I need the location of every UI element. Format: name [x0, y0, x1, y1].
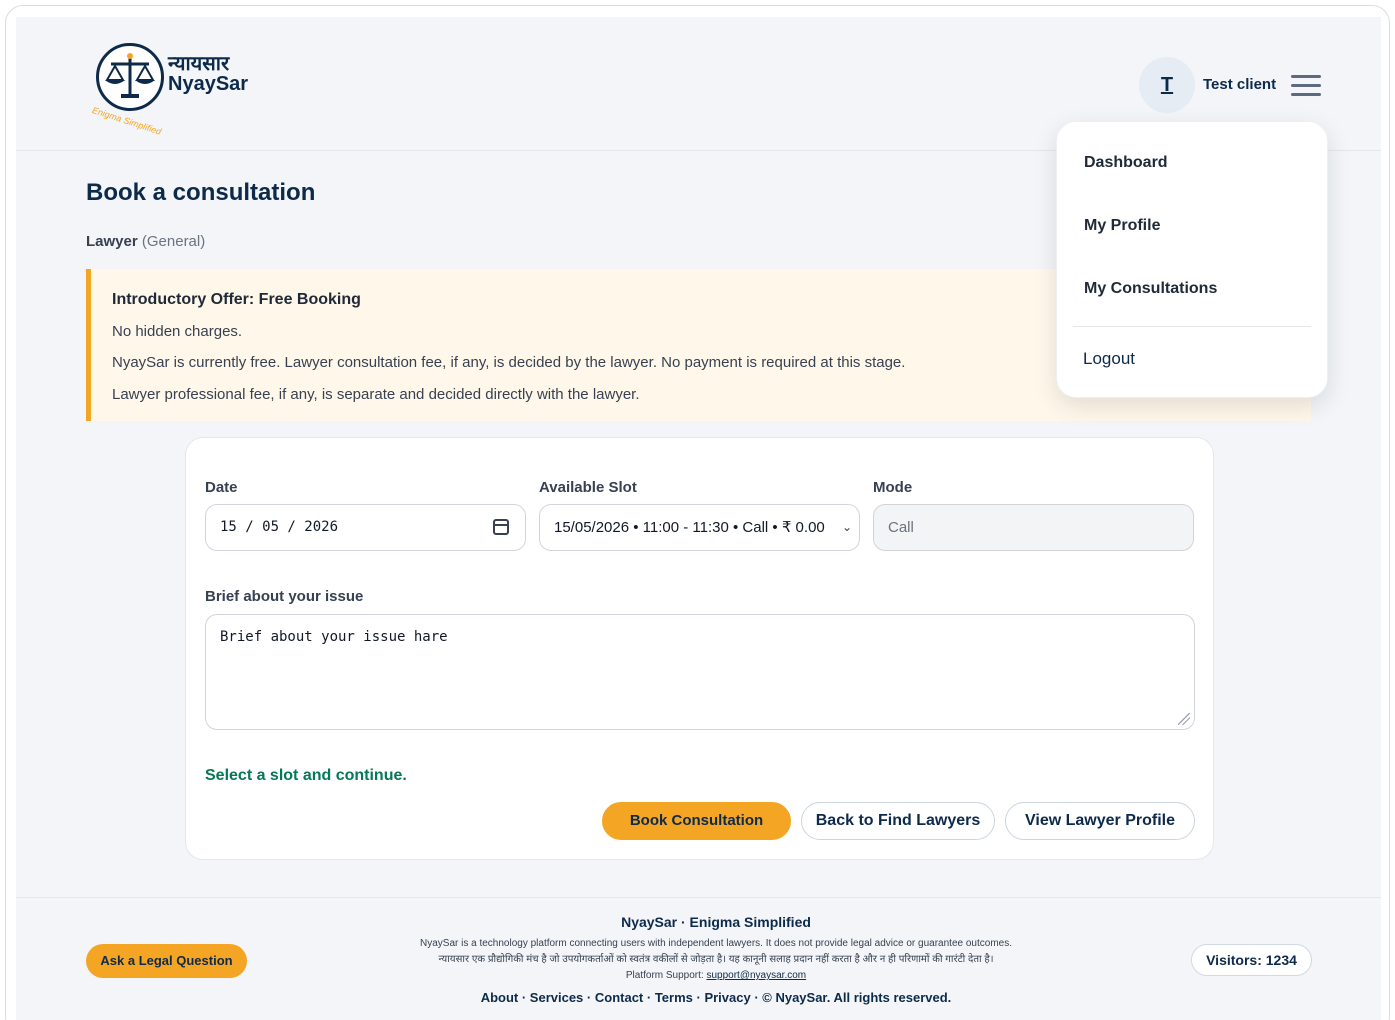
footer-support: Platform Support: support@nyaysar.com — [346, 968, 1086, 984]
lawyer-label: Lawyer — [86, 233, 138, 250]
copyright: © NyaySar. All rights reserved. — [762, 990, 952, 1005]
issue-placeholder: Brief about your issue hare — [220, 629, 448, 645]
offer-title: Introductory Offer: Free Booking — [112, 291, 361, 308]
offer-line: Lawyer professional fee, if any, is sepa… — [112, 386, 640, 403]
offer-line: No hidden charges. — [112, 323, 243, 340]
mode-label: Mode — [873, 479, 913, 496]
menu-item-my-consultations[interactable]: My Consultations — [1084, 280, 1217, 298]
date-input[interactable]: 15 / 05 / 2026 — [205, 504, 526, 551]
resize-grip-icon[interactable] — [1178, 713, 1190, 725]
footer-link-about[interactable]: About — [481, 990, 519, 1005]
menu-item-my-profile[interactable]: My Profile — [1084, 217, 1160, 235]
support-label: Platform Support: — [625, 970, 704, 981]
issue-label: Brief about your issue — [205, 588, 364, 605]
site-footer: Ask a Legal Question NyaySar · Enigma Si… — [16, 897, 1381, 1020]
book-consultation-button[interactable]: Book Consultation — [602, 802, 791, 840]
user-dropdown-menu: Dashboard My Profile My Consultations Lo… — [1056, 121, 1328, 398]
back-to-find-lawyers-button[interactable]: Back to Find Lawyers — [801, 802, 995, 840]
avatar[interactable]: T — [1139, 57, 1195, 113]
menu-item-dashboard[interactable]: Dashboard — [1084, 154, 1168, 172]
mode-field: Call — [873, 504, 1194, 551]
menu-divider — [1073, 326, 1311, 327]
menu-item-logout[interactable]: Logout — [1083, 349, 1135, 369]
slot-label: Available Slot — [539, 479, 637, 496]
brand-name: NyaySar — [168, 73, 249, 95]
footer-link-terms[interactable]: Terms — [655, 990, 693, 1005]
user-name[interactable]: Test client — [1203, 76, 1276, 93]
footer-disclaimer-hi: न्यायसार एक प्रौद्योगिकी मंच है जो उपयोग… — [438, 954, 994, 965]
brand-hindi-name: न्यायसार — [168, 51, 230, 75]
footer-link-contact[interactable]: Contact — [595, 990, 643, 1005]
lawyer-type: (General) — [141, 233, 206, 250]
offer-line: NyaySar is currently free. Lawyer consul… — [112, 354, 906, 371]
status-message: Select a slot and continue. — [205, 767, 407, 784]
footer-link-services[interactable]: Services — [530, 990, 584, 1005]
date-label: Date — [205, 479, 238, 496]
issue-textarea[interactable]: Brief about your issue hare — [205, 614, 1195, 730]
visitors-badge: Visitors: 1234 — [1191, 944, 1312, 976]
slot-select[interactable]: 15/05/2026 • 11:00 - 11:30 • Call • ₹ 0.… — [539, 504, 860, 551]
footer-center: NyaySar · Enigma Simplified NyaySar is a… — [346, 914, 1086, 1005]
footer-link-privacy[interactable]: Privacy — [704, 990, 750, 1005]
date-value: 15 / 05 / 2026 — [220, 519, 339, 535]
footer-title: NyaySar · Enigma Simplified — [621, 914, 811, 930]
lawyer-line: Lawyer (General) — [86, 233, 205, 250]
ask-legal-question-button[interactable]: Ask a Legal Question — [86, 944, 247, 978]
footer-disclaimer-en: NyaySar is a technology platform connect… — [419, 938, 1012, 949]
booking-form-card: Date 15 / 05 / 2026 Available Slot 15/05… — [185, 437, 1214, 860]
view-lawyer-profile-button[interactable]: View Lawyer Profile — [1005, 802, 1195, 840]
logo[interactable]: न्यायसार NyaySar Enigma Simplified — [91, 43, 254, 137]
slot-value: 15/05/2026 • 11:00 - 11:30 • Call • ₹ 0.… — [554, 519, 825, 536]
calendar-icon[interactable] — [493, 519, 509, 535]
chevron-down-icon: ⌄ — [839, 505, 855, 550]
scales-of-justice-icon — [96, 43, 164, 111]
support-email-link[interactable]: support@nyaysar.com — [706, 970, 806, 981]
hamburger-menu-icon[interactable] — [1291, 75, 1321, 97]
page-title: Book a consultation — [86, 179, 316, 206]
footer-links: About · Services · Contact · Terms · Pri… — [480, 990, 952, 1005]
